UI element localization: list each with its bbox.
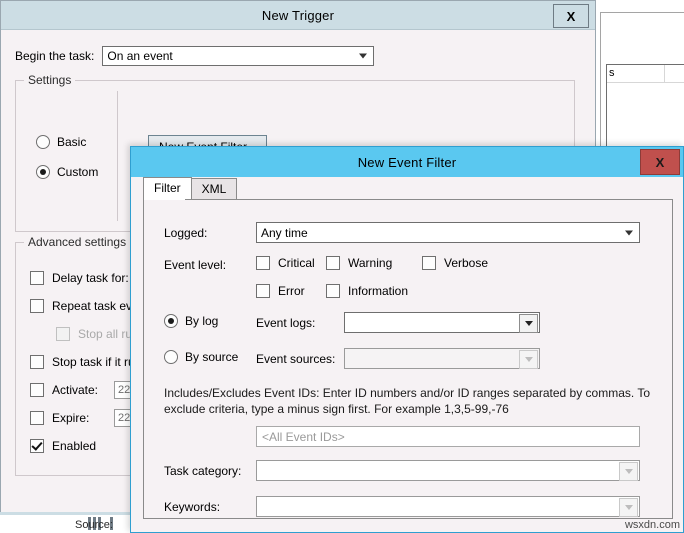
new-event-filter-dialog: New Event Filter X Filter XML Logged: An… [130,146,684,533]
keywords-dropdown-button[interactable] [619,498,638,517]
radio-by-source-label: By source [185,350,239,364]
checkbox-expire-indicator [30,411,44,425]
checkbox-level-verbose-label: Verbose [444,256,489,270]
radio-basic-label: Basic [57,135,87,149]
tab-filter[interactable]: Filter [143,177,192,199]
checkbox-level-information-indicator [326,284,340,298]
event-level-label: Event level: [164,258,227,272]
checkbox-level-information-label: Information [348,284,409,298]
checkbox-level-information[interactable]: Information [326,284,408,298]
chevron-down-icon [624,505,633,510]
begin-task-row: Begin the task: On an event [15,46,375,66]
begin-task-label: Begin the task: [15,49,95,63]
checkbox-level-verbose-indicator [422,256,436,270]
radio-basic-indicator [36,135,50,149]
checkbox-level-error[interactable]: Error [256,284,305,298]
event-logs-dropdown-button[interactable] [519,314,538,333]
radio-basic[interactable]: Basic [36,135,86,149]
checkbox-level-warning-label: Warning [348,256,393,270]
settings-divider [117,91,118,221]
radio-custom-indicator [36,165,50,179]
keywords-label: Keywords: [164,500,221,514]
background-source-label: Source: [75,519,113,531]
event-sources-select [344,348,540,369]
event-logs-label: Event logs: [256,316,316,330]
background-list-text: s [609,67,615,79]
settings-group-title: Settings [24,73,76,87]
keywords-select[interactable] [256,496,640,517]
checkbox-level-warning-indicator [326,256,340,270]
event-ids-placeholder: <All Event IDs> [262,430,345,444]
checkbox-repeat-task[interactable]: Repeat task eve [30,299,139,313]
checkbox-level-critical[interactable]: Critical [256,256,315,270]
new-trigger-titlebar: New Trigger X [1,1,595,30]
checkbox-level-critical-label: Critical [278,256,315,270]
checkbox-repeat-task-label: Repeat task eve [52,299,139,313]
checkbox-delay-task-label: Delay task for: [52,271,129,285]
checkbox-stop-all-running-label: Stop all ru [78,327,133,341]
new-event-filter-body: Filter XML Logged: Any time Event level:… [137,177,677,526]
background-list-header [607,65,684,83]
begin-task-value: On an event [107,49,173,63]
checkbox-activate-indicator [30,383,44,397]
radio-custom-label: Custom [57,165,99,179]
checkbox-activate-label: Activate: [52,383,99,397]
filter-tab-panel: Logged: Any time Event level: Critical W… [143,199,673,519]
event-ids-input[interactable]: <All Event IDs> [256,426,640,447]
checkbox-delay-task-indicator [30,271,44,285]
begin-task-select[interactable]: On an event [102,46,375,66]
new-event-filter-title: New Event Filter [357,154,457,170]
radio-by-source-indicator [164,350,178,364]
checkbox-activate[interactable]: Activate: [30,383,98,397]
checkbox-stop-all-running-indicator [56,327,70,341]
filter-tabstrip: Filter XML [143,177,238,199]
new-event-filter-titlebar: New Event Filter X [131,147,683,177]
chevron-down-icon [524,321,533,326]
checkbox-enabled-label: Enabled [52,439,97,453]
new-trigger-close-button[interactable]: X [553,4,589,28]
checkbox-stop-task-label: Stop task if it ru [52,355,135,369]
checkbox-expire[interactable]: Expire: [30,411,89,425]
logged-value: Any time [261,226,308,240]
checkbox-stop-all-running: Stop all ru [56,327,132,341]
chevron-down-icon [624,469,633,474]
new-trigger-title: New Trigger [261,7,335,23]
new-event-filter-close-button[interactable]: X [640,149,680,175]
checkbox-stop-task-indicator [30,355,44,369]
checkbox-enabled-indicator [30,439,44,453]
tab-xml[interactable]: XML [190,178,238,199]
chevron-down-icon [359,53,368,59]
background-list-header-separator [664,65,665,82]
radio-custom[interactable]: Custom [36,165,98,179]
background-list-box: s [606,64,684,148]
advanced-settings-title: Advanced settings [24,235,131,249]
checkbox-level-critical-indicator [256,256,270,270]
radio-by-source[interactable]: By source [164,350,238,364]
event-sources-dropdown-button [519,350,538,369]
task-category-dropdown-button[interactable] [619,462,638,481]
radio-by-log-indicator [164,314,178,328]
task-category-select[interactable] [256,460,640,481]
event-ids-description: Includes/Excludes Event IDs: Enter ID nu… [164,386,651,416]
checkbox-stop-task-if-runs-longer[interactable]: Stop task if it ru [30,355,135,369]
tab-panel-active-cover [144,198,185,200]
checkbox-level-warning[interactable]: Warning [326,256,392,270]
event-logs-select[interactable] [344,312,540,333]
checkbox-enabled[interactable]: Enabled [30,439,96,453]
checkbox-repeat-task-indicator [30,299,44,313]
radio-by-log[interactable]: By log [164,314,218,328]
checkbox-delay-task[interactable]: Delay task for: [30,271,129,285]
logged-label: Logged: [164,226,208,240]
checkbox-expire-label: Expire: [52,411,90,425]
chevron-down-icon [625,230,633,235]
radio-by-log-label: By log [185,314,219,328]
checkbox-level-verbose[interactable]: Verbose [422,256,488,270]
checkbox-level-error-label: Error [278,284,305,298]
event-sources-label: Event sources: [256,352,336,366]
checkbox-level-error-indicator [256,284,270,298]
logged-select[interactable]: Any time [256,222,640,243]
chevron-down-icon [524,357,533,362]
task-category-label: Task category: [164,464,242,478]
watermark: wsxdn.com [624,519,680,531]
